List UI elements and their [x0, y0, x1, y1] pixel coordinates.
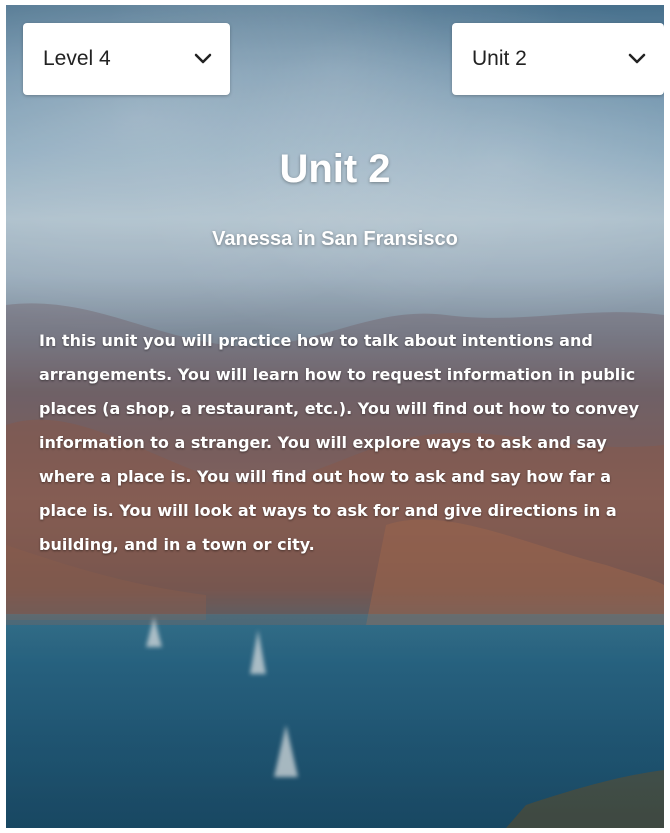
unit-select[interactable]: Unit 2	[452, 23, 664, 95]
unit-subtitle: Vanessa in San Fransisco	[212, 228, 458, 250]
unit-card: Level 4 Unit 2 Unit 2 Vanessa in San Fra…	[6, 5, 664, 828]
level-select[interactable]: Level 4	[23, 23, 230, 95]
unit-select-value: Unit 2	[472, 47, 527, 70]
unit-description: In this unit you will practice how to ta…	[39, 331, 639, 554]
chevron-down-icon	[628, 53, 646, 64]
level-select-value: Level 4	[43, 47, 111, 70]
chevron-down-icon	[194, 53, 212, 64]
unit-title: Unit 2	[279, 147, 391, 191]
